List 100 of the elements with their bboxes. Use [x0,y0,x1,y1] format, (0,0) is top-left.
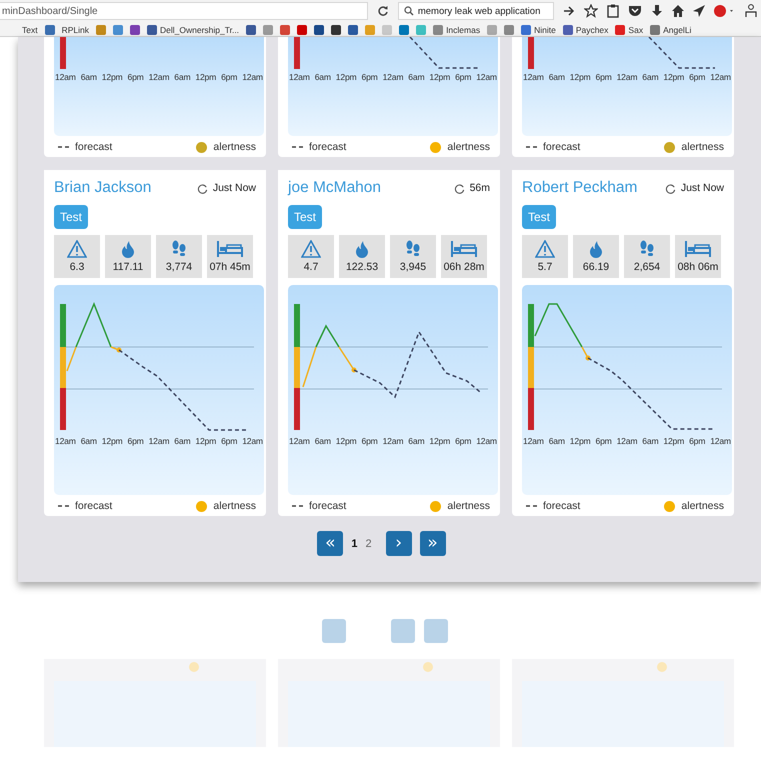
axis-label: 6am [408,72,424,82]
current-point [352,368,356,372]
home-icon[interactable] [672,5,684,17]
axis-label: 6pm [361,72,378,82]
bookmark-icon[interactable] [348,24,358,34]
dashed-line-icon [526,145,537,149]
axis-label: 6am [314,72,331,82]
stat-value: 3,774 [166,261,192,273]
current-point [586,356,590,360]
stat-value: 6.3 [70,261,84,273]
axis-label: 6pm [361,436,378,446]
axis-label: 6pm [595,436,612,446]
search-field[interactable]: memory leak web application [398,2,554,20]
dashed-line-icon [292,504,303,508]
updated-time: Just Now [212,182,256,194]
axis-label: 6pm [689,436,706,446]
refresh-icon[interactable] [196,182,208,194]
refresh-icon[interactable] [454,182,465,194]
axis-label: 12am [616,72,638,82]
warning-icon [301,240,321,258]
axis-label: 6pm [455,436,472,446]
axis-label: 12pm [195,72,216,82]
alertness-line [534,303,589,358]
axis-label: 12am [382,436,404,446]
next-page-button[interactable]: › [386,531,412,556]
bookmark-icon[interactable] [331,24,342,34]
bookmark-icon[interactable] [246,24,256,34]
footprints-icon [639,240,655,258]
bookmark-icon[interactable] [314,24,324,34]
bookmark-icon[interactable] [130,24,140,34]
axis-label: 12am [55,436,76,446]
axis-label: 6pm [221,72,238,82]
axis-label: 6am [174,436,190,446]
first-page-button[interactable]: « [317,531,344,556]
axis-label: 6am [80,436,97,446]
stat-value: 5.7 [538,261,552,273]
dashed-line-icon [292,145,303,149]
axis-label: 12am [476,72,497,82]
legend-label: forecast [75,500,112,512]
warning-icon [67,240,87,258]
axis-label: 12pm [663,436,684,446]
send-icon[interactable] [693,5,705,17]
bookmark-link[interactable]: AngelLi [663,24,692,34]
axis-label: 12pm [570,436,590,446]
axis-label: 12am [242,436,263,446]
stat-value: 122.53 [346,261,378,273]
axis-label: 12am [55,72,76,82]
figure-icon[interactable] [745,4,757,18]
bed-icon [217,240,243,258]
arrow-icon[interactable] [563,5,575,17]
bookmark-link[interactable]: Dell_Ownership_Tr... [160,24,240,34]
axis-label: 12am [289,436,310,446]
updated-time: Just Now [680,182,724,194]
axis-label: 6pm [221,436,238,446]
bookmark-icon[interactable] [297,24,308,34]
stat-value: 07h 45m [210,261,250,273]
dashed-line-icon [526,504,537,508]
axis-label: 12am [523,72,544,82]
legend-label: alertness [447,500,490,512]
page-link[interactable]: 1 [351,538,358,550]
last-page-button[interactable]: » [420,531,446,556]
refresh-icon[interactable] [664,182,676,194]
bookmark-link[interactable]: Sax [628,24,644,34]
bookmark-icon[interactable] [562,24,573,34]
axis-label: 12pm [663,72,684,82]
forecast-line [648,37,715,69]
axis-label: 12pm [429,436,450,446]
clipboard-icon[interactable] [607,4,619,18]
legend-label: alertness [681,141,724,153]
legend-label: alertness [213,141,256,153]
stat-value: 06h 28m [444,261,484,273]
page-link[interactable]: 2 [366,538,372,550]
bookmark-link[interactable]: Inclemas [446,24,480,34]
axis-label: 12pm [195,436,216,446]
legend-label: alertness [447,141,490,153]
bookmark-link[interactable]: Paychex [576,24,608,34]
star-icon[interactable] [584,4,598,18]
shield-icon[interactable] [628,5,642,17]
stat-value: 66.19 [582,261,610,273]
axis-label: 6am [174,72,190,82]
reload-icon[interactable] [376,5,389,17]
stat-value: 08h 06m [678,261,718,273]
axis-label: 6am [642,436,658,446]
bookmark-icon[interactable] [147,24,157,34]
axis-label: 6pm [689,72,706,82]
forecast-line [409,37,480,69]
legend-label: forecast [543,141,580,153]
axis-label: 12am [148,436,170,446]
bookmark-link[interactable]: Ninite [534,24,556,34]
stop-sign-icon[interactable] [714,5,736,17]
axis-label: 12am [476,436,497,446]
legend-label: alertness [213,500,256,512]
legend-label: alertness [681,500,724,512]
axis-label: 6pm [595,72,612,82]
bookmark-link[interactable]: RPLink [62,24,89,34]
address-field[interactable]: minDashboard/Single [0,2,368,20]
stat-value: 4.7 [304,261,318,273]
bookmark-link[interactable]: Text [22,24,38,34]
axis-label: 6am [548,436,565,446]
download-icon[interactable] [651,5,663,17]
